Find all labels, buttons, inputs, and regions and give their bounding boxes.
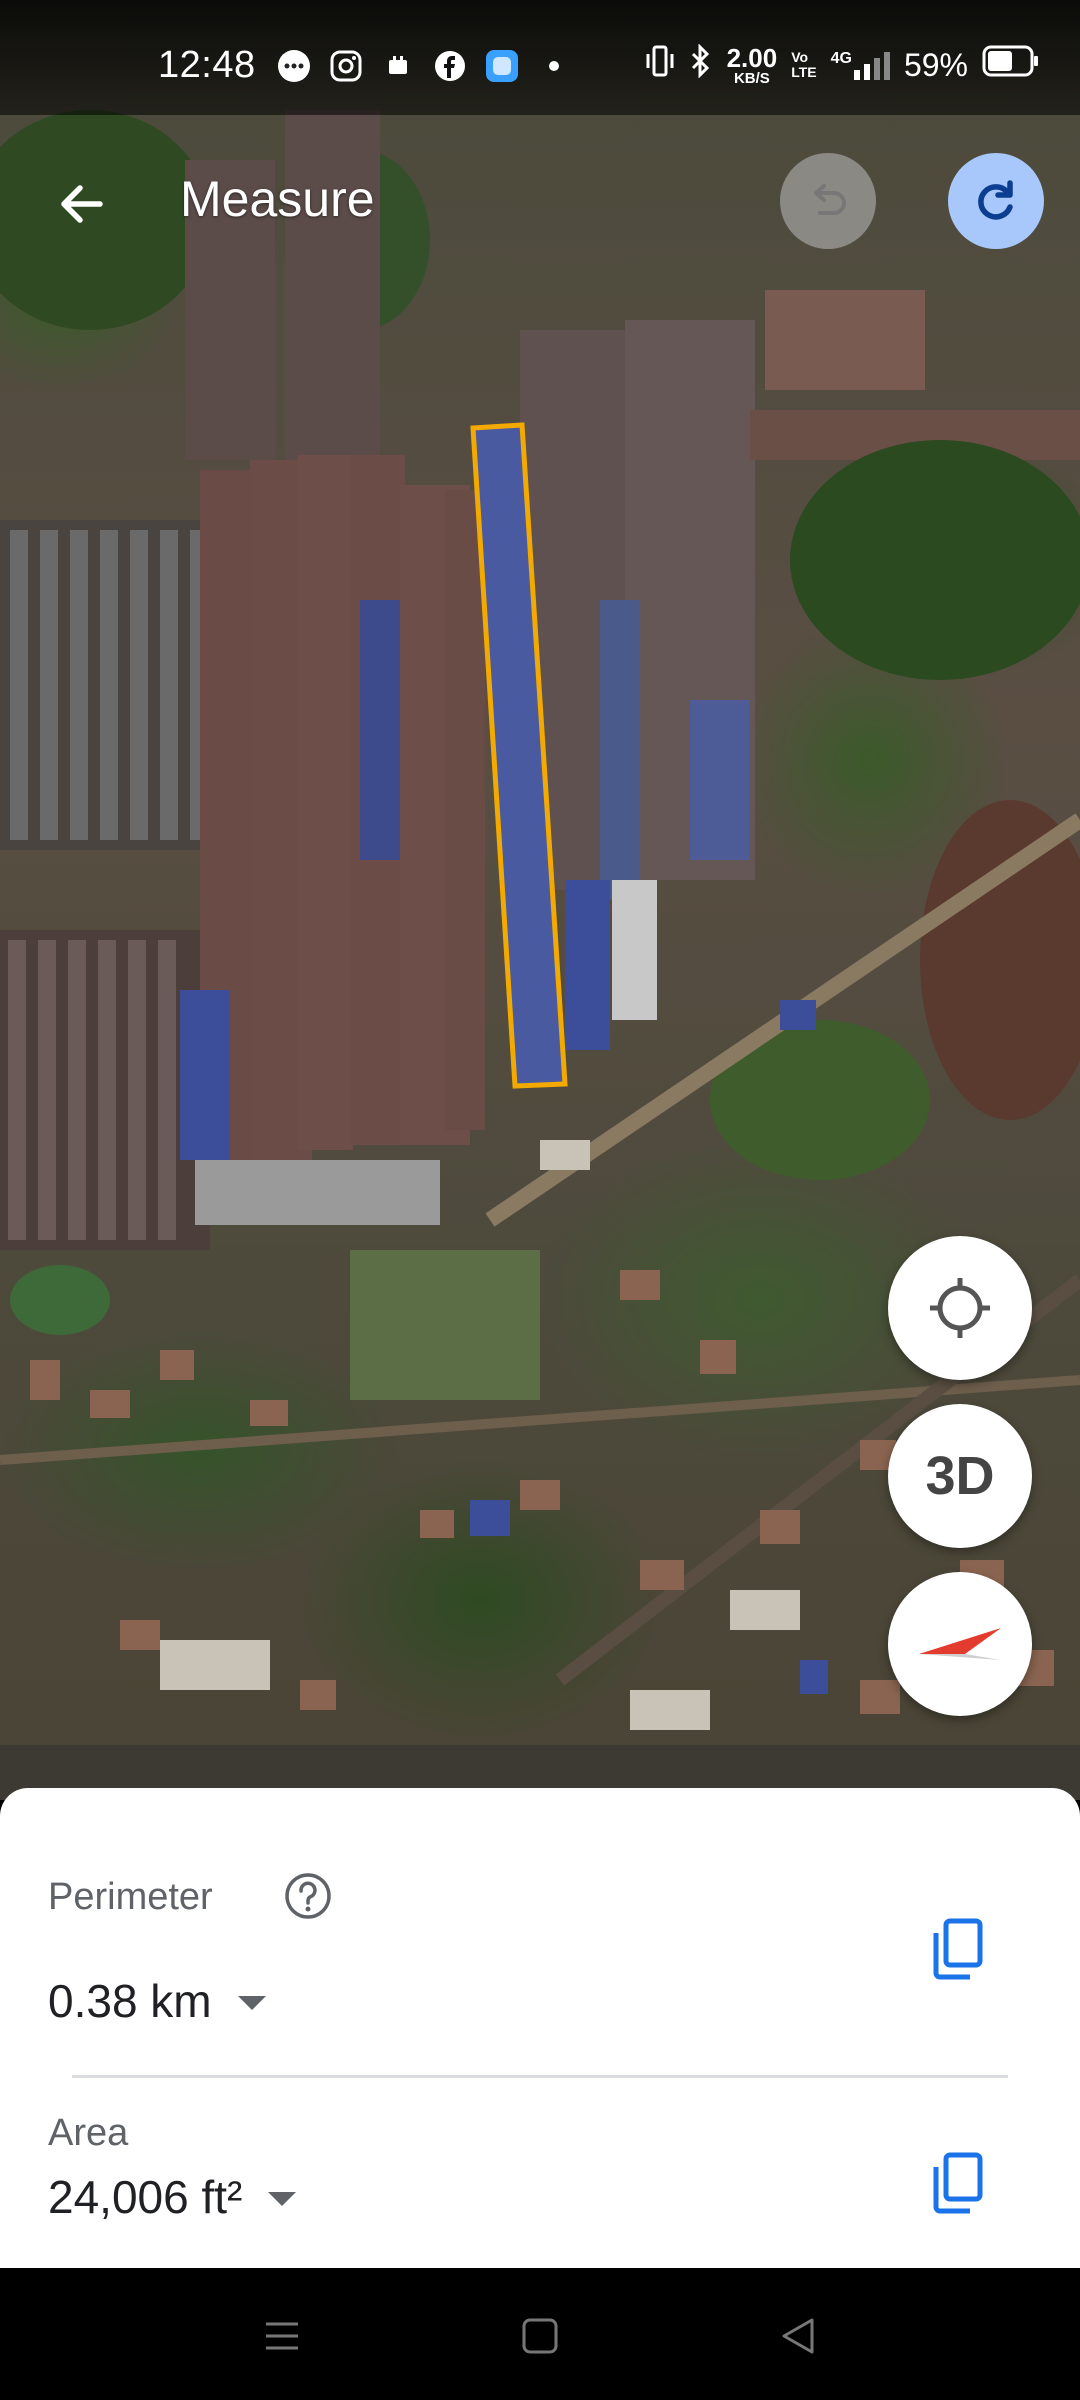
volte-indicator: Vo LTE — [791, 48, 817, 80]
copy-icon — [933, 2152, 983, 2214]
my-location-button[interactable] — [888, 1236, 1032, 1380]
battery-percent: 59% — [903, 46, 968, 83]
area-unit-dropdown[interactable]: 24,006 ft² — [48, 2170, 297, 2224]
home-icon — [522, 2318, 558, 2354]
compass-icon — [919, 1628, 1001, 1660]
copy-area-button[interactable] — [928, 2148, 988, 2218]
message-icon — [276, 48, 312, 84]
view-3d-label: 3D — [925, 1446, 995, 1506]
perimeter-value: 0.38 km — [48, 1975, 212, 2027]
facebook-icon — [432, 48, 468, 84]
redo-button[interactable] — [948, 153, 1044, 249]
signal-icon: 4G — [831, 50, 890, 80]
recent-apps-button[interactable] — [252, 2308, 312, 2364]
area-label: Area — [48, 2112, 129, 2154]
measurement-sheet: Perimeter 0.38 km Area 24,006 ft² — [0, 1788, 1080, 2268]
undo-icon — [814, 184, 846, 215]
system-nav-bar — [0, 2268, 1080, 2400]
app-icon — [484, 48, 520, 84]
perimeter-unit-dropdown[interactable]: 0.38 km — [48, 1974, 266, 2028]
network-speed: 2.00 KB/S — [726, 42, 778, 87]
instagram-icon — [328, 48, 364, 84]
perimeter-label: Perimeter — [48, 1876, 213, 1918]
help-icon[interactable] — [284, 1872, 332, 1920]
notification-icon — [380, 48, 416, 84]
page-title: Measure — [180, 171, 375, 227]
home-button[interactable] — [510, 2308, 570, 2364]
bluetooth-icon — [689, 43, 713, 86]
back-icon — [782, 2318, 814, 2354]
copy-icon — [933, 1918, 983, 1980]
notification-icons — [276, 48, 572, 84]
view-3d-button[interactable]: 3D — [888, 1404, 1032, 1548]
back-button[interactable] — [40, 162, 124, 246]
battery-icon — [982, 45, 1040, 85]
chevron-down-icon — [237, 1996, 266, 2010]
compass-button[interactable] — [888, 1572, 1032, 1716]
status-time: 12:48 — [158, 44, 256, 86]
status-bar: 12:48 2.00 KB/S Vo LTE 4G 59% — [0, 0, 1080, 115]
dot-icon — [536, 48, 572, 84]
status-right-icons: 2.00 KB/S Vo LTE 4G 59% — [645, 42, 1040, 87]
top-app-bar: Measure — [0, 130, 1080, 270]
undo-button[interactable] — [780, 153, 876, 249]
redo-icon — [978, 180, 1013, 220]
menu-icon — [266, 2322, 298, 2350]
arrow-back-icon — [61, 185, 103, 223]
divider — [72, 2075, 1008, 2078]
my-location-icon — [930, 1278, 990, 1338]
copy-perimeter-button[interactable] — [928, 1914, 988, 1984]
chevron-down-icon — [268, 2192, 297, 2206]
vibrate-icon — [645, 44, 675, 86]
system-back-button[interactable] — [768, 2308, 828, 2364]
area-value: 24,006 ft² — [48, 2171, 243, 2223]
